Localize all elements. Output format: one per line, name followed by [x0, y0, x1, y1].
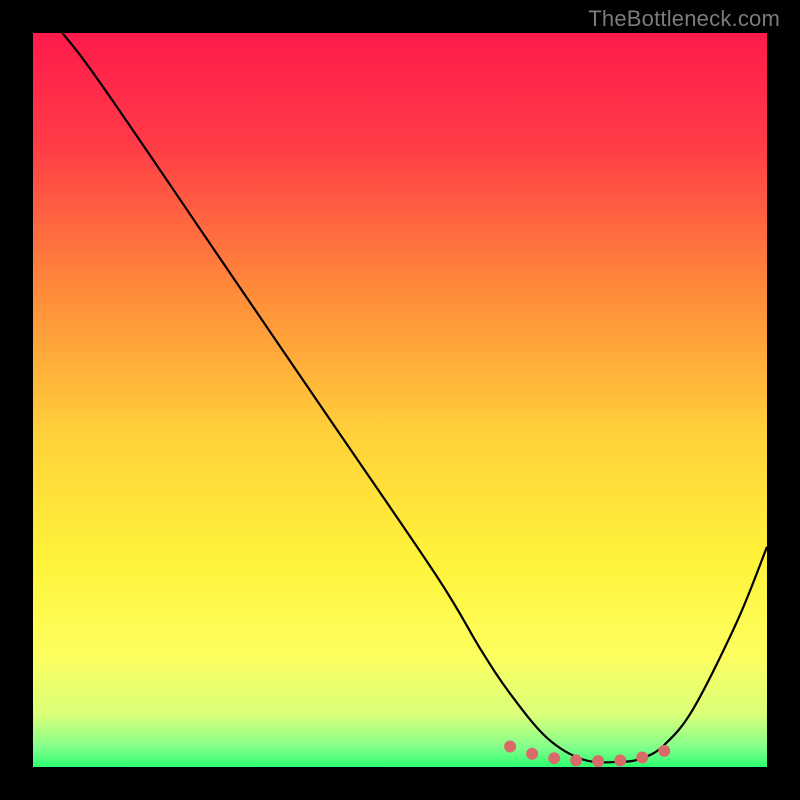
marker-dot: [636, 751, 648, 763]
bottleneck-curve: [33, 33, 767, 762]
marker-dot: [658, 745, 670, 757]
curve-layer: [33, 33, 767, 767]
marker-dot: [504, 740, 516, 752]
marker-dot: [614, 754, 626, 766]
marker-dot: [570, 754, 582, 766]
marker-dot: [526, 748, 538, 760]
plot-area: [33, 33, 767, 767]
watermark-label: TheBottleneck.com: [588, 6, 780, 32]
bottom-markers: [504, 740, 670, 767]
marker-dot: [548, 752, 560, 764]
chart-frame: TheBottleneck.com: [0, 0, 800, 800]
marker-dot: [592, 755, 604, 767]
